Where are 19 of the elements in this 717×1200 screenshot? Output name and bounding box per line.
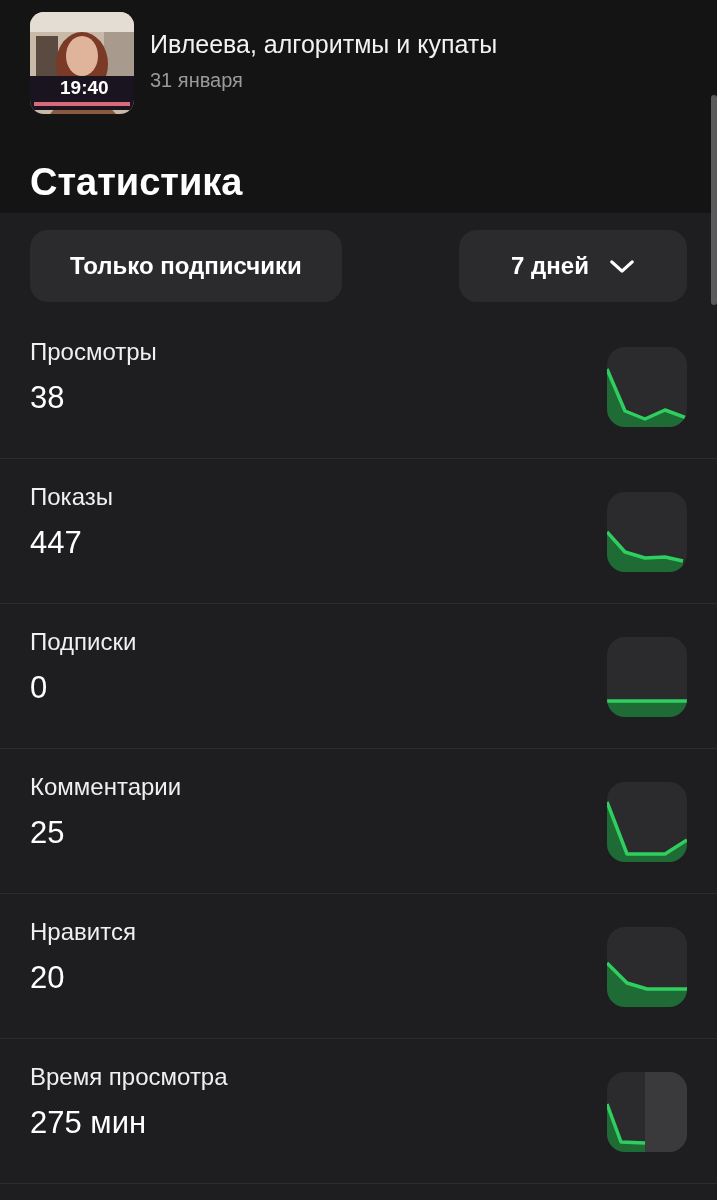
period-dropdown[interactable]: 7 дней <box>459 230 687 302</box>
chevron-down-icon <box>608 258 635 274</box>
video-title: Ивлеева, алгоритмы и купаты <box>150 30 498 59</box>
metric-label: Комментарии <box>30 773 182 801</box>
metric-label: Подписки <box>30 628 137 656</box>
section-title: Статистика <box>30 162 244 202</box>
metric-label: Время просмотра <box>30 1063 228 1091</box>
video-duration: 19:40 <box>60 78 109 98</box>
metric-label: Просмотры <box>30 338 157 366</box>
metric-label: Показы <box>30 483 113 511</box>
metric-value: 38 <box>30 380 66 416</box>
metric-value: 275 мин <box>30 1105 148 1141</box>
metric-value: 25 <box>30 815 66 851</box>
metric-label: Нравится <box>30 918 136 946</box>
audience-filter-button[interactable]: Только подписчики <box>30 230 342 302</box>
metric-value: 447 <box>30 525 83 561</box>
metric-value: 0 <box>30 670 49 706</box>
video-date: 31 января <box>150 69 244 92</box>
metric-value: 20 <box>30 960 66 996</box>
